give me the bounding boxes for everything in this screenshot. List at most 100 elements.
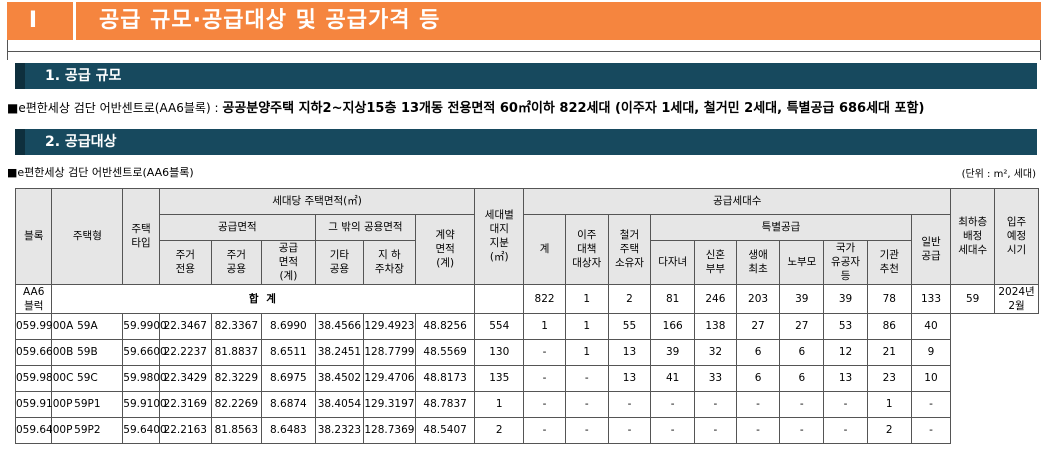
total-value: 133 xyxy=(910,283,952,314)
row-cell: 81.8837 xyxy=(210,338,262,366)
row-cell: 59.9900 xyxy=(122,312,167,340)
row-cell: 41 xyxy=(650,364,696,392)
total-value: 78 xyxy=(866,283,912,314)
row-cell: 82.3367 xyxy=(210,312,262,340)
header-institution: 기관 추천 xyxy=(866,240,912,285)
total-land-cell xyxy=(474,283,525,314)
row-cell: 138 xyxy=(694,312,737,340)
row-type: 059.6400P xyxy=(14,416,72,444)
row-cell: 8.6511 xyxy=(260,338,316,366)
row-cell: 13 xyxy=(823,364,868,392)
header-special: 특별공급 xyxy=(650,214,912,241)
section-2-title: 2. 공급대상 xyxy=(45,134,117,150)
row-cell: 27 xyxy=(779,312,825,340)
row-cell: 38.2323 xyxy=(314,416,364,444)
row-cell: 129.4923 xyxy=(362,312,416,340)
row-type: 059.6600B xyxy=(14,338,73,366)
header-land-share: 세대별 대지 지분 (㎡) xyxy=(474,188,525,285)
row-cell: 13 xyxy=(607,338,652,366)
row-cell: 8.6975 xyxy=(260,364,316,392)
row-cell: 48.7837 xyxy=(414,390,476,418)
header-merit: 국가 유공자 등 xyxy=(823,240,868,285)
total-value: 39 xyxy=(779,283,825,314)
row-type: 059.9900A xyxy=(14,312,73,340)
row-cell: 166 xyxy=(650,312,696,340)
row-cell: 38.4566 xyxy=(314,312,364,340)
row-cell: 13 xyxy=(607,364,652,392)
row-cell: 22.2237 xyxy=(158,338,212,366)
row-cell: 55 xyxy=(607,312,652,340)
row-cell: 59.9100 xyxy=(122,390,167,418)
row-cell: 6 xyxy=(735,364,781,392)
row-cell: - xyxy=(823,416,868,444)
total-value: 203 xyxy=(735,283,781,314)
row-cell: 22.2163 xyxy=(158,416,212,444)
row-cell: 82.2269 xyxy=(210,390,262,418)
row-cell: 1 xyxy=(564,338,609,366)
header-supply-area: 공급면적 xyxy=(158,214,316,241)
row-cell: 22.3467 xyxy=(158,312,212,340)
row-type: 059.9800C xyxy=(14,364,73,392)
row-cell: 9 xyxy=(910,338,952,366)
row-cell: 1 xyxy=(474,390,525,418)
row-cell: - xyxy=(650,416,696,444)
header-type: 주택형 xyxy=(51,188,124,285)
total-value: 246 xyxy=(694,283,737,314)
section-1-header: 1. 공급 규모 xyxy=(15,63,1037,89)
row-cell: 27 xyxy=(735,312,781,340)
table-row: 059.6400P 59P2 59.6400 22.2163 81.8563 8.6483… xyxy=(14,416,1039,444)
row-cell: 8.6483 xyxy=(260,416,316,444)
chapter-title: 공급 규모·공급대상 및 공급가격 등 xyxy=(99,8,441,33)
header-move-in: 입주 예정 시기 xyxy=(994,188,1039,285)
row-cell: 22.3429 xyxy=(158,364,212,392)
section-2-header: 2. 공급대상 xyxy=(15,129,1037,155)
row-cell: - xyxy=(607,416,652,444)
row-cell: 2 xyxy=(866,416,912,444)
row-cell: - xyxy=(910,390,952,418)
header-total-units: 계 xyxy=(523,214,566,285)
table-row: 059.9100P 59P1 59.9100 22.3169 82.2269 8.6874… xyxy=(14,390,1039,418)
frame-right xyxy=(1040,40,1041,60)
row-cell: 59.6600 xyxy=(122,338,167,366)
row-cell: 38.2451 xyxy=(314,338,364,366)
row-cell: - xyxy=(823,390,868,418)
title-separator xyxy=(73,2,76,40)
row-cell: 135 xyxy=(474,364,525,392)
header-supply-total: 공급 면적 (계) xyxy=(260,240,316,285)
total-value: 2 xyxy=(607,283,652,314)
row-cell: 8.6874 xyxy=(260,390,316,418)
row-cell: 38.4054 xyxy=(314,390,364,418)
row-cell: 48.8173 xyxy=(414,364,476,392)
header-parking: 지 하 주차장 xyxy=(362,240,416,285)
frame-bottom xyxy=(7,51,1041,52)
row-cell: 554 xyxy=(474,312,525,340)
row-cell: 12 xyxy=(823,338,868,366)
row-cell: 40 xyxy=(910,312,952,340)
header-type-short: 주택 타입 xyxy=(122,188,160,285)
total-value: 59 xyxy=(950,283,996,314)
row-cell: 82.3229 xyxy=(210,364,262,392)
header-multi-child: 다자녀 xyxy=(650,240,696,285)
row-cell: 53 xyxy=(823,312,868,340)
row-cell: 128.7799 xyxy=(362,338,416,366)
row-cell: 130 xyxy=(474,338,525,366)
total-label: 합 계 xyxy=(51,283,476,314)
supply-scale-description: 공공분양주택 지하2~지상15층 13개동 전용면적 60㎡이하 822세대 (… xyxy=(222,101,925,116)
row-cell: 32 xyxy=(694,338,737,366)
project-name: e편한세상 검단 어반센트로(AA6블록) : xyxy=(18,101,223,115)
row-cell: - xyxy=(779,390,825,418)
header-demolished: 철거 주택 소유자 xyxy=(607,214,652,285)
header-other-area: 그 밖의 공용면적 xyxy=(314,214,416,241)
total-value: 1 xyxy=(564,283,609,314)
row-cell: - xyxy=(564,364,609,392)
row-cell: - xyxy=(910,416,952,444)
header-lowest-floor: 최하층 배정 세대수 xyxy=(950,188,996,285)
section-marker xyxy=(15,63,25,89)
total-value: 822 xyxy=(523,283,566,314)
row-cell: - xyxy=(735,416,781,444)
row-cell: 48.8256 xyxy=(414,312,476,340)
block-cell: AA6 블럭 xyxy=(14,283,53,314)
bullet-icon: ■ xyxy=(7,101,19,115)
row-cell: 129.4706 xyxy=(362,364,416,392)
header-block: 블록 xyxy=(14,188,53,285)
